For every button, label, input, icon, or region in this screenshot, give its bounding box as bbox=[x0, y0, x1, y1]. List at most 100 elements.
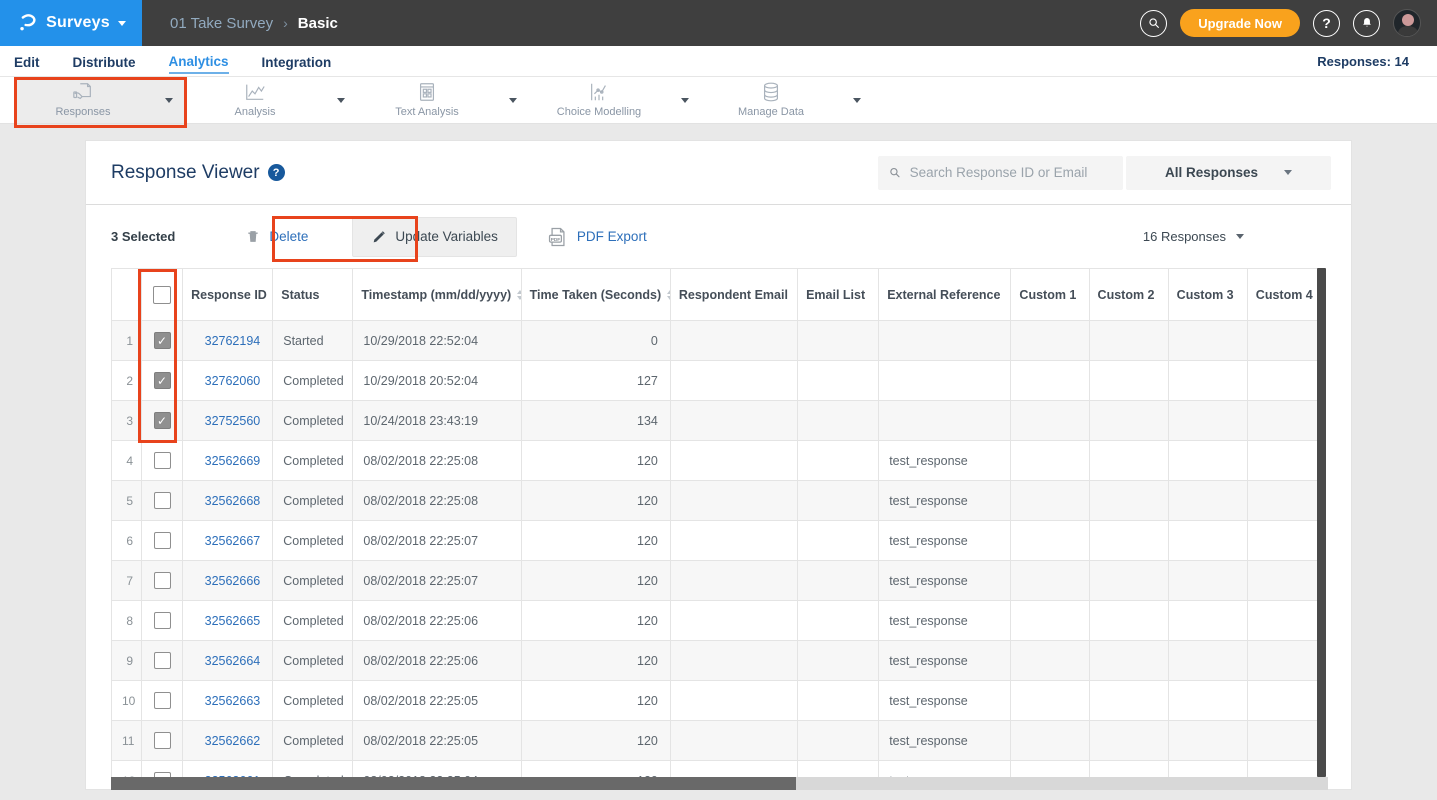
delete-button[interactable]: Delete bbox=[245, 228, 308, 245]
response-id-link[interactable]: 32562669 bbox=[183, 441, 273, 481]
page-background: Response Viewer ? All Responses 3 Select… bbox=[0, 124, 1437, 800]
tab-integration[interactable]: Integration bbox=[262, 50, 332, 73]
responses-table: Response IDStatusTimestamp (mm/dd/yyyy)T… bbox=[111, 268, 1319, 777]
responses-page-size-dropdown[interactable]: 16 Responses bbox=[1143, 229, 1244, 244]
response-id-link[interactable]: 32762060 bbox=[183, 361, 273, 401]
response-id-link[interactable]: 32562668 bbox=[183, 481, 273, 521]
cell-respondent-email bbox=[670, 401, 797, 441]
ribbon-item-manage-data[interactable]: Manage Data bbox=[702, 77, 874, 123]
chevron-down-icon[interactable] bbox=[324, 77, 358, 123]
cell-custom-4 bbox=[1247, 681, 1318, 721]
row-number: 1 bbox=[112, 321, 142, 361]
row-checkbox[interactable] bbox=[154, 572, 171, 589]
row-checkbox[interactable] bbox=[154, 692, 171, 709]
card-header: Response Viewer ? All Responses bbox=[86, 141, 1351, 205]
row-checkbox[interactable] bbox=[154, 652, 171, 669]
response-id-link[interactable]: 32562662 bbox=[183, 721, 273, 761]
column-header-timestamp-mm-dd-yyyy[interactable]: Timestamp (mm/dd/yyyy) bbox=[353, 269, 521, 321]
cell-external-reference: test_response bbox=[879, 561, 1011, 601]
sort-icon[interactable] bbox=[517, 290, 521, 300]
cell-status: Completed bbox=[273, 561, 353, 601]
response-filter-dropdown[interactable]: All Responses bbox=[1126, 156, 1331, 190]
response-id-link[interactable]: 32562666 bbox=[183, 561, 273, 601]
response-id-link[interactable]: 32562664 bbox=[183, 641, 273, 681]
trash-icon bbox=[245, 228, 261, 245]
help-badge-icon[interactable]: ? bbox=[268, 164, 285, 181]
analysis-icon bbox=[243, 80, 267, 104]
cell-timestamp-mm-dd-yyyy: 08/02/2018 22:25:07 bbox=[353, 561, 521, 601]
chevron-down-icon[interactable] bbox=[840, 77, 874, 123]
cell-email-list bbox=[798, 641, 879, 681]
cell-timestamp-mm-dd-yyyy: 08/02/2018 22:25:07 bbox=[353, 521, 521, 561]
horizontal-scrollbar-thumb[interactable] bbox=[111, 777, 796, 790]
cell-timestamp-mm-dd-yyyy: 08/02/2018 22:25:05 bbox=[353, 721, 521, 761]
cell-time-taken-seconds: 120 bbox=[521, 441, 670, 481]
response-id-link[interactable]: 32762194 bbox=[183, 321, 273, 361]
select-all-checkbox[interactable] bbox=[153, 286, 171, 304]
help-icon[interactable]: ? bbox=[1313, 10, 1340, 37]
row-checkbox[interactable] bbox=[154, 412, 171, 429]
cell-respondent-email bbox=[670, 561, 797, 601]
vertical-scrollbar[interactable] bbox=[1317, 268, 1326, 777]
responses-dropdown-value: 16 Responses bbox=[1143, 229, 1226, 244]
row-checkbox[interactable] bbox=[154, 452, 171, 469]
column-header-custom-3: Custom 3 bbox=[1168, 269, 1247, 321]
column-header-label: Email List bbox=[806, 288, 865, 302]
responses-icon bbox=[71, 80, 95, 104]
notifications-bell-icon[interactable] bbox=[1353, 10, 1380, 37]
row-checkbox-cell bbox=[142, 681, 183, 721]
surveys-menu-button[interactable]: Surveys bbox=[0, 0, 142, 46]
tab-edit[interactable]: Edit bbox=[14, 50, 40, 73]
response-id-link[interactable]: 32562663 bbox=[183, 681, 273, 721]
chevron-down-icon[interactable] bbox=[668, 77, 702, 123]
cell-respondent-email bbox=[670, 321, 797, 361]
row-number-column-header bbox=[112, 269, 142, 321]
chevron-down-icon bbox=[1236, 234, 1244, 239]
table-row: 232762060Completed10/29/2018 20:52:04127 bbox=[112, 361, 1319, 401]
row-checkbox[interactable] bbox=[154, 532, 171, 549]
pdf-export-button[interactable]: PDF PDF Export bbox=[547, 226, 647, 248]
response-id-link[interactable]: 32562667 bbox=[183, 521, 273, 561]
ribbon-item-text-analysis[interactable]: Text Analysis bbox=[358, 77, 530, 123]
upgrade-now-button[interactable]: Upgrade Now bbox=[1180, 9, 1300, 37]
cell-timestamp-mm-dd-yyyy: 08/02/2018 22:25:06 bbox=[353, 601, 521, 641]
ribbon-item-responses[interactable]: Responses bbox=[14, 77, 186, 123]
table-header-row: Response IDStatusTimestamp (mm/dd/yyyy)T… bbox=[112, 269, 1319, 321]
horizontal-scrollbar[interactable] bbox=[111, 777, 1328, 790]
response-search-box[interactable] bbox=[878, 156, 1123, 190]
row-checkbox-cell bbox=[142, 321, 183, 361]
breadcrumb-survey-link[interactable]: 01 Take Survey bbox=[170, 15, 273, 32]
table-row: 432562669Completed08/02/2018 22:25:08120… bbox=[112, 441, 1319, 481]
cell-email-list bbox=[798, 481, 879, 521]
cell-custom-1 bbox=[1011, 561, 1089, 601]
cell-external-reference: test_response bbox=[879, 521, 1011, 561]
update-variables-button[interactable]: Update Variables bbox=[352, 217, 517, 257]
ribbon-item-choice-modelling[interactable]: Choice Modelling bbox=[530, 77, 702, 123]
cell-custom-4 bbox=[1247, 761, 1318, 778]
response-id-link[interactable]: 32562665 bbox=[183, 601, 273, 641]
table-controls: 3 Selected Delete Update Variables PDF P… bbox=[86, 205, 1351, 268]
search-input[interactable] bbox=[910, 165, 1113, 180]
cell-respondent-email bbox=[670, 481, 797, 521]
chevron-down-icon[interactable] bbox=[152, 77, 186, 123]
filter-selected-value: All Responses bbox=[1165, 165, 1258, 180]
chevron-down-icon[interactable] bbox=[496, 77, 530, 123]
user-avatar[interactable] bbox=[1393, 9, 1421, 37]
update-variables-label: Update Variables bbox=[395, 229, 498, 244]
row-checkbox[interactable] bbox=[154, 332, 171, 349]
row-checkbox[interactable] bbox=[154, 492, 171, 509]
row-checkbox[interactable] bbox=[154, 732, 171, 749]
row-checkbox[interactable] bbox=[154, 612, 171, 629]
tab-distribute[interactable]: Distribute bbox=[73, 50, 136, 73]
row-checkbox[interactable] bbox=[154, 372, 171, 389]
ribbon-item-analysis[interactable]: Analysis bbox=[186, 77, 358, 123]
cell-custom-1 bbox=[1011, 521, 1089, 561]
cell-email-list bbox=[798, 561, 879, 601]
column-header-response-id[interactable]: Response ID bbox=[183, 269, 273, 321]
response-id-link[interactable]: 32562661 bbox=[183, 761, 273, 778]
column-header-time-taken-seconds[interactable]: Time Taken (Seconds) bbox=[521, 269, 670, 321]
response-id-link[interactable]: 32752560 bbox=[183, 401, 273, 441]
tab-analytics[interactable]: Analytics bbox=[169, 49, 229, 74]
search-icon[interactable] bbox=[1140, 10, 1167, 37]
column-header-label: Custom 3 bbox=[1177, 288, 1234, 302]
